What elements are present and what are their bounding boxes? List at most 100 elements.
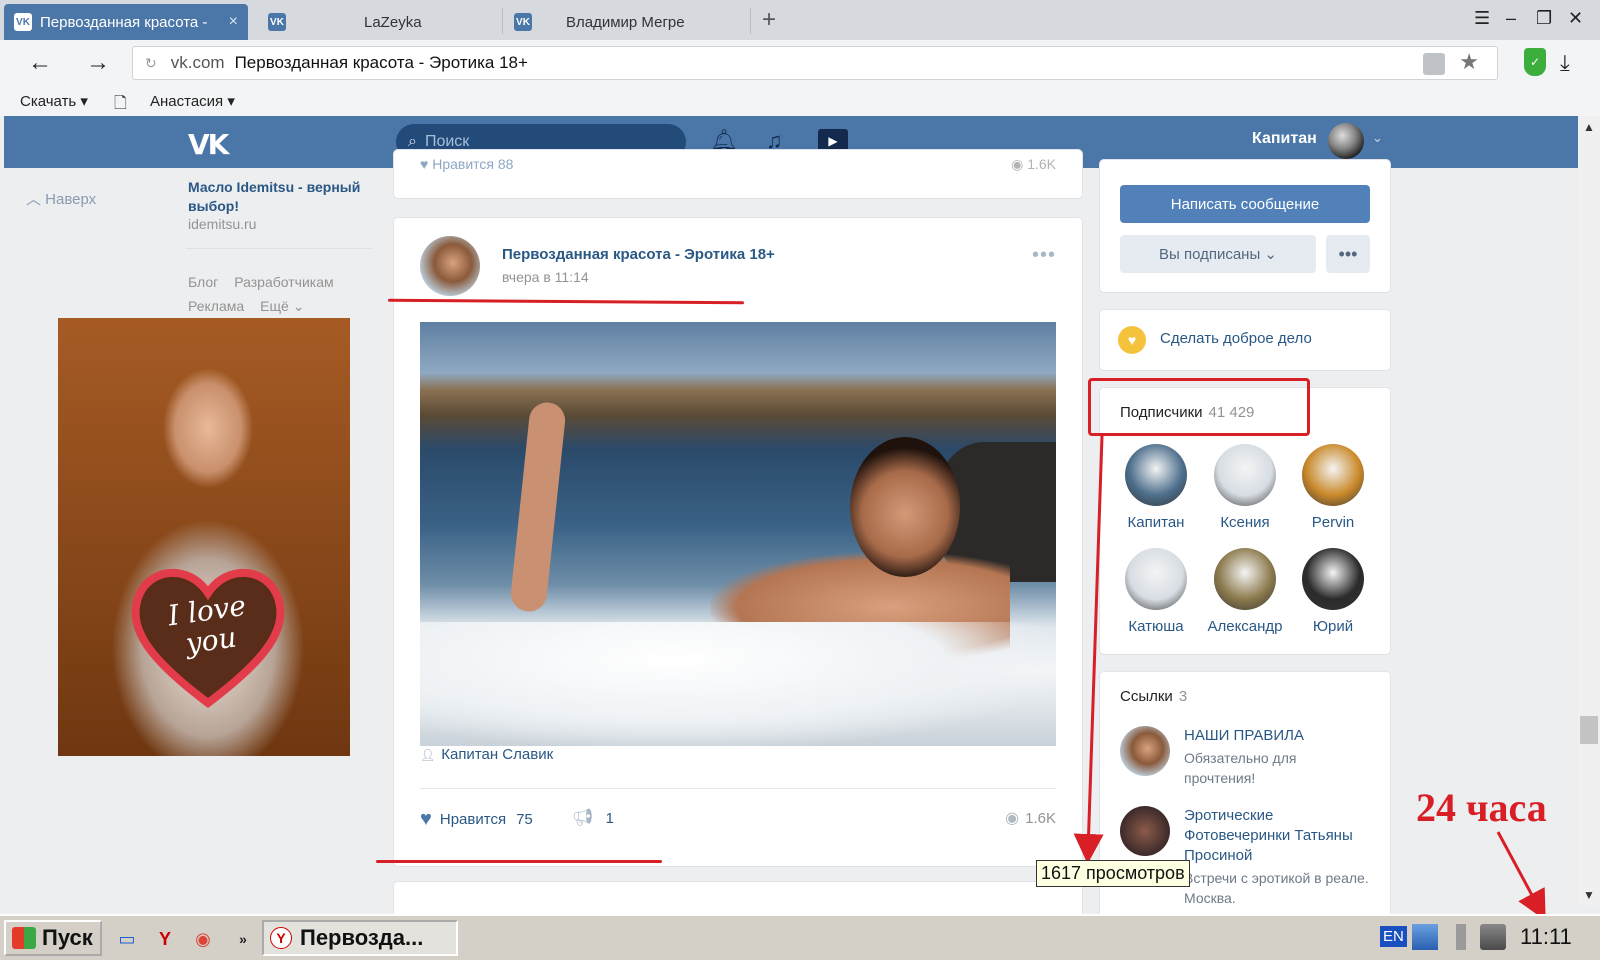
footer-link-developers[interactable]: Разработчикам (234, 274, 333, 290)
yandex-browser-icon: Y (270, 927, 292, 949)
forward-icon[interactable]: → (86, 49, 110, 77)
link-title: НАШИ ПРАВИЛА (1184, 727, 1304, 744)
user-name[interactable]: Капитан (1252, 130, 1317, 148)
volume-icon[interactable] (1456, 924, 1466, 950)
bookmark-anastasia[interactable]: Анастасия ▾ (150, 92, 235, 110)
tab-title: Первозданная красота - (40, 13, 208, 31)
share-count: 1 (605, 809, 614, 827)
subscriber-item[interactable]: Pervin (1290, 444, 1376, 531)
url-field[interactable]: ↻ vk.com Первозданная красота - Эротика … (132, 46, 1498, 80)
tab-pervozdannaya[interactable]: VK Первозданная красота - × (4, 4, 248, 40)
heart-icon: ♥ (420, 808, 432, 830)
post-menu-icon[interactable]: ••• (1032, 244, 1056, 267)
menu-icon[interactable]: ☰ (1474, 8, 1490, 29)
subscriber-item[interactable]: Катюша (1113, 548, 1199, 635)
post-signer[interactable]: 👤︎ Капитан Славик (420, 746, 553, 763)
tab-title: LaZeyka (364, 13, 422, 31)
scroll-up-icon[interactable]: ▲ (1583, 120, 1595, 134)
footer-link-more[interactable]: Ещё ⌄ (260, 298, 304, 314)
avatar (1214, 444, 1276, 506)
close-window-icon[interactable]: ✕ (1568, 8, 1583, 29)
divider (186, 248, 372, 249)
more-actions-button[interactable]: ••• (1326, 235, 1370, 273)
address-bar: ← → ↻ vk.com Первозданная красота - Эрот… (0, 40, 1600, 86)
url-domain: vk.com (170, 53, 225, 72)
back-to-top-link[interactable]: ︿ Наверх (26, 188, 96, 209)
yandex-browser-icon[interactable]: Y (150, 924, 180, 954)
start-button[interactable]: Пуск (4, 920, 102, 956)
scroll-down-icon[interactable]: ▼ (1583, 888, 1595, 902)
annotation-underline (376, 860, 662, 863)
scrollbar-thumb[interactable] (1580, 716, 1598, 744)
back-icon[interactable]: ← (28, 49, 52, 77)
vk-favicon-icon: VK (14, 13, 32, 31)
chevron-down-icon[interactable]: ⌄ (1372, 130, 1383, 146)
ad-title[interactable]: Масло Idemitsu - верный выбор! (188, 178, 378, 216)
bookmarks-bar: Скачать ▾ 🗋 Анастасия ▾ (0, 86, 1600, 116)
lock-icon[interactable] (1423, 53, 1445, 75)
protect-shield-icon[interactable]: ✓ (1524, 48, 1546, 76)
vk-logo-icon[interactable]: VK (188, 128, 229, 161)
post-time[interactable]: вчера в 11:14 (502, 269, 589, 285)
language-indicator[interactable]: EN (1380, 926, 1407, 947)
avatar[interactable] (1328, 123, 1364, 159)
footer-link-ads[interactable]: Реклама (188, 298, 244, 314)
good-deed-block[interactable]: ♥ Сделать доброе дело (1100, 310, 1390, 370)
star-icon[interactable]: ★ (1459, 49, 1479, 75)
subscriber-item[interactable]: Александр (1202, 548, 1288, 635)
search-placeholder: Поиск (424, 133, 470, 150)
desktop-icon[interactable]: ▭ (112, 924, 142, 954)
heart-coin-icon: ♥ (1118, 326, 1146, 354)
footer-link-blog[interactable]: Блог (188, 274, 218, 290)
tab-megre[interactable]: VK Владимир Мегре (504, 4, 744, 40)
minimize-icon[interactable]: – (1506, 8, 1516, 29)
links-count: 3 (1178, 688, 1188, 705)
url-page-title: Первозданная красота - Эротика 18+ (234, 53, 528, 72)
views-counter: ◉ 1.6K (1005, 808, 1056, 828)
clock: 11:11 (1520, 924, 1572, 949)
post-author-avatar[interactable] (420, 236, 480, 296)
printer-icon[interactable] (1480, 924, 1506, 950)
like-label: Нравится (439, 811, 507, 828)
subscriber-item[interactable]: Юрий (1290, 548, 1376, 635)
subscriber-name: Капитан (1127, 514, 1185, 531)
annotation-box (1088, 378, 1310, 436)
vk-favicon-icon: VK (514, 13, 532, 31)
tab-title: Владимир Мегре (566, 13, 685, 31)
post-photo[interactable] (420, 322, 1056, 746)
network-icon[interactable] (1412, 924, 1438, 950)
share-button[interactable]: 📢︎ 1 (572, 808, 614, 828)
taskbar-browser-task[interactable]: Y Первозда... (262, 920, 458, 956)
ad-banner-image[interactable]: I love you (58, 318, 350, 756)
avatar (1302, 444, 1364, 506)
write-message-button[interactable]: Написать сообщение (1120, 185, 1370, 223)
views-count: 1.6K (1025, 809, 1056, 827)
prev-like-button[interactable]: ♥ Нравится 88 (420, 156, 513, 172)
links-header[interactable]: Ссылки 3 (1120, 688, 1187, 705)
restore-icon[interactable]: ❐ (1536, 8, 1552, 29)
ad-domain[interactable]: idemitsu.ru (188, 216, 256, 232)
chevron-right-icon[interactable]: » (228, 924, 258, 954)
subscriber-item[interactable]: Капитан (1113, 444, 1199, 531)
like-count: 75 (516, 811, 533, 828)
reload-icon[interactable]: ↻ (145, 55, 157, 72)
community-actions: Написать сообщение Вы подписаны ⌄ ••• (1100, 160, 1390, 292)
good-deed-link[interactable]: Сделать доброе дело (1160, 330, 1312, 347)
taskbar: Пуск ▭ Y ◉ » Y Первозда... EN 11:11 (0, 914, 1600, 960)
page-scrollbar[interactable]: ▲ ▼ (1578, 116, 1600, 906)
chrome-icon[interactable]: ◉ (188, 924, 218, 954)
close-tab-icon[interactable]: × (229, 13, 238, 31)
download-icon[interactable]: ⤓ (1560, 50, 1570, 76)
browser-tab-bar: VK Первозданная красота - × VK LaZeyka V… (0, 0, 1600, 40)
user-icon: 👤︎ (420, 748, 436, 762)
annotation-24h: 24 часа (1416, 785, 1547, 830)
link-item[interactable]: НАШИ ПРАВИЛА Обязательно для прочтения! (1120, 726, 1370, 796)
like-button[interactable]: ♥ Нравится 75 (420, 808, 533, 831)
bookmark-download[interactable]: Скачать ▾ (20, 92, 88, 110)
new-tab-button[interactable]: + (762, 6, 776, 34)
subscriber-item[interactable]: Ксения (1202, 444, 1288, 531)
post-author[interactable]: Первозданная красота - Эротика 18+ (502, 246, 775, 263)
avatar (1214, 548, 1276, 610)
subscribed-button[interactable]: Вы подписаны ⌄ (1120, 235, 1316, 273)
tab-lazeyka[interactable]: VK LaZeyka (258, 4, 498, 40)
